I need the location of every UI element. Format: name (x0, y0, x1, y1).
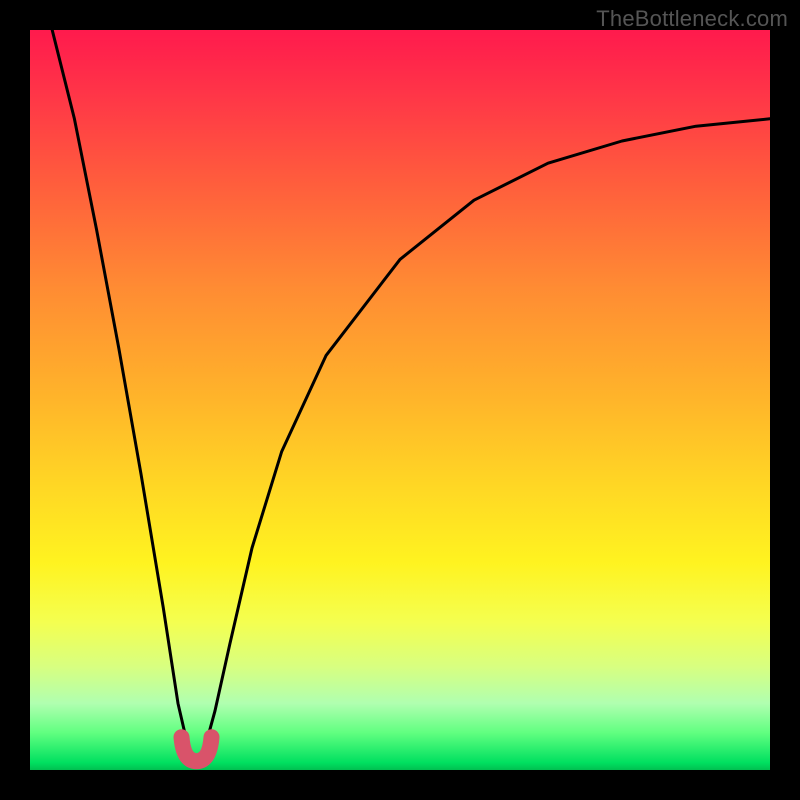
bottleneck-curve (52, 30, 770, 757)
plot-area (30, 30, 770, 770)
curve-min-marker (182, 737, 212, 761)
chart-frame: TheBottleneck.com (0, 0, 800, 800)
curve-layer (30, 30, 770, 770)
watermark-text: TheBottleneck.com (596, 6, 788, 32)
